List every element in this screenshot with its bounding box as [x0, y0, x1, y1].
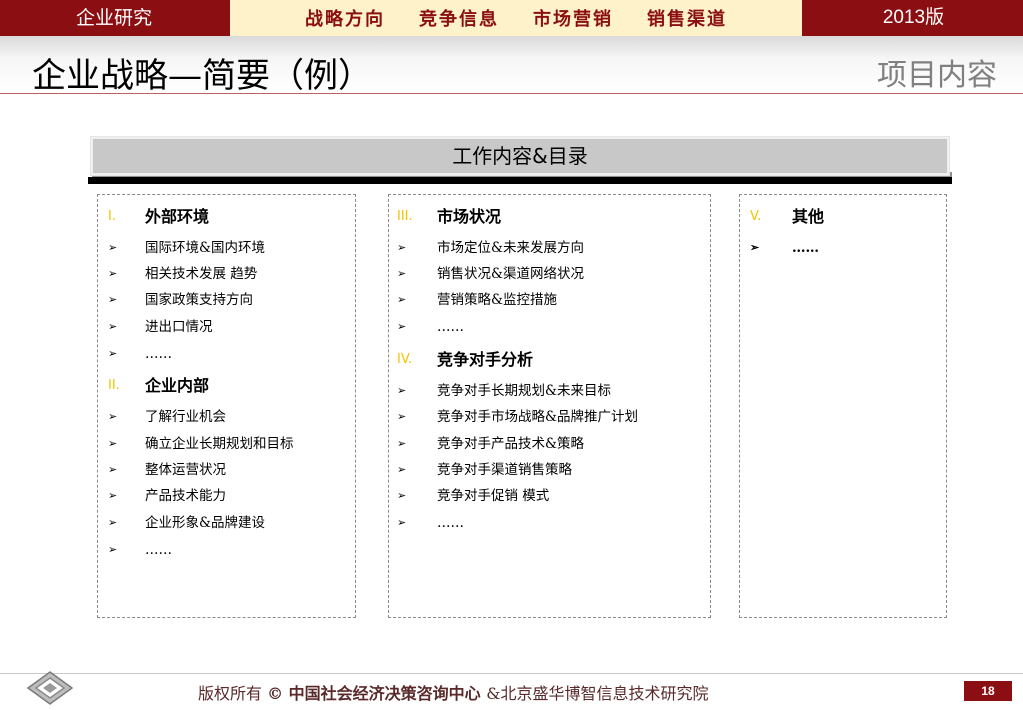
copyright-org-1: 中国社会经济决策咨询中心: [283, 684, 487, 703]
section-numeral: V.: [750, 209, 762, 224]
arrowhead-bullet-icon: ➢: [108, 543, 118, 556]
arrowhead-bullet-icon: ➢: [397, 516, 407, 529]
arrowhead-bullet-icon: ➢: [750, 241, 760, 254]
arrowhead-bullet-icon: ➢: [108, 489, 118, 502]
section-title: 其他: [792, 207, 825, 226]
header-rule: [88, 177, 952, 184]
section-numeral: IV.: [397, 352, 413, 367]
copyright-prefix: 版权所有: [198, 684, 268, 703]
arrowhead-bullet-icon: ➢: [397, 384, 407, 397]
column-1: I. 外部环境 ➢ 国际环境&国内环境 ➢ 相关技术发展 趋势 ➢ 国家政策支持方向 …: [97, 194, 356, 618]
footer-divider: [0, 673, 1023, 674]
section-numeral: III.: [397, 209, 413, 224]
panel-header: 工作内容&目录: [90, 136, 950, 176]
arrowhead-bullet-icon: ➢: [397, 489, 407, 502]
arrowhead-bullet-icon: ➢: [397, 293, 407, 306]
arrowhead-bullet-icon: ➢: [108, 293, 118, 306]
nav-tabs: 战略方向 竞争信息 市场营销 销售渠道: [230, 0, 802, 36]
arrowhead-bullet-icon: ➢: [397, 463, 407, 476]
tab-sales-channel[interactable]: 销售渠道: [647, 5, 727, 31]
section-title: 竞争对手分析: [437, 350, 534, 369]
column-3: V. 其他 ➢……: [739, 194, 947, 618]
arrowhead-bullet-icon: ➢: [397, 437, 407, 450]
page-title: 企业战略—简要（例）: [32, 56, 372, 96]
page-number: 18: [964, 681, 1012, 701]
edition-label: 2013版: [882, 7, 945, 28]
top-nav-bar: 企业研究 战略方向 竞争信息 市场营销 销售渠道 2013版: [0, 0, 1023, 36]
tab-competition[interactable]: 竞争信息: [419, 5, 499, 31]
arrowhead-bullet-icon: ➢: [397, 267, 407, 280]
nav-left-label[interactable]: 企业研究: [0, 0, 228, 36]
arrowhead-bullet-icon: ➢: [108, 320, 118, 333]
tab-marketing[interactable]: 市场营销: [533, 5, 613, 31]
arrowhead-bullet-icon: ➢: [108, 516, 118, 529]
copyright-org-2: &北京盛华博智信息技术研究院: [486, 684, 709, 703]
arrowhead-bullet-icon: ➢: [108, 241, 118, 254]
section-numeral: II.: [108, 378, 120, 393]
column-2: III. 市场状况 ➢ 市场定位&未来发展方向 ➢ 销售状况&渠道网络状况 ➢ 营销策…: [388, 194, 711, 618]
section-numeral: I.: [108, 209, 116, 224]
section-title: 企业内部: [145, 376, 210, 395]
copyright-symbol: ©: [267, 684, 284, 703]
copyright-line: 版权所有 © 中国社会经济决策咨询中心 &北京盛华博智信息技术研究院: [198, 680, 709, 704]
arrowhead-bullet-icon: ➢: [397, 410, 407, 423]
arrowhead-bullet-icon: ➢: [108, 267, 118, 280]
arrowhead-bullet-icon: ➢: [108, 347, 118, 360]
diamond-logo-icon: [26, 670, 74, 706]
arrowhead-bullet-icon: ➢: [108, 463, 118, 476]
arrowhead-bullet-icon: ➢: [108, 410, 118, 423]
arrowhead-bullet-icon: ➢: [108, 437, 118, 450]
panel-header-text: 工作内容&目录: [452, 144, 588, 168]
section-label: 项目内容: [877, 58, 997, 93]
tab-strategy[interactable]: 战略方向: [305, 5, 385, 31]
title-divider: [0, 93, 1023, 94]
section-title: 市场状况: [437, 207, 502, 226]
arrowhead-bullet-icon: ➢: [397, 320, 407, 333]
arrowhead-bullet-icon: ➢: [397, 241, 407, 254]
section-title: 外部环境: [145, 207, 210, 226]
